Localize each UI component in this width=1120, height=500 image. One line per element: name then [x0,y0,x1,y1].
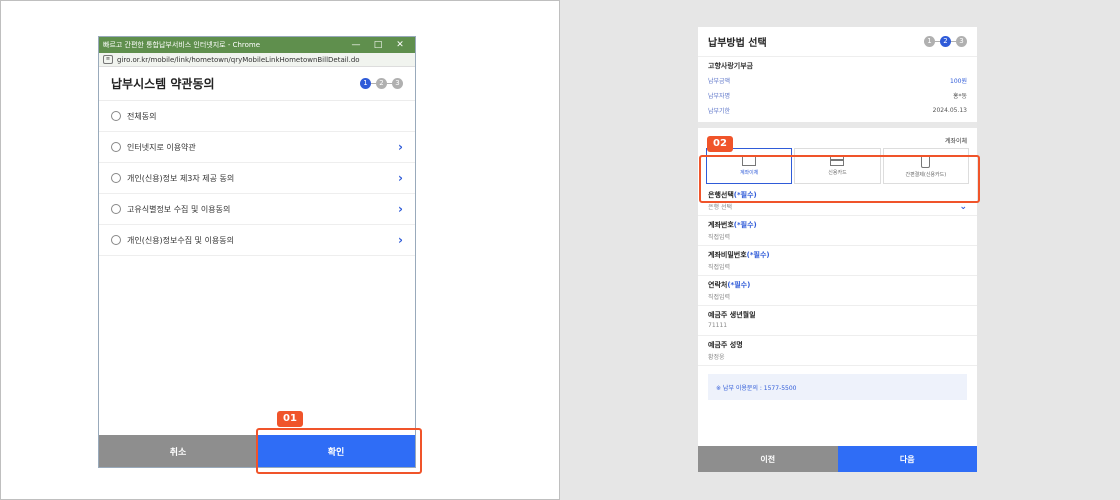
minimize-icon[interactable]: — [345,40,367,50]
step-indicator: 1 2 3 [924,36,967,47]
chevron-right-icon[interactable]: › [398,233,403,247]
bottom-buttons: 이전 다음 [698,446,977,472]
chevron-down-icon[interactable]: ⌄ [959,202,967,212]
mobile-screen: 납부방법 선택 1 2 3 고향사랑기부금 납부금액 100원 납부자명 홍*동… [698,27,977,472]
terms-label: 전체동의 [127,111,157,121]
terms-label: 인터넷지로 이용약관 [127,142,196,152]
page-title: 납부시스템 약관동의 [111,77,215,91]
url-text: giro.or.kr/mobile/link/hometown/qryMobil… [117,55,360,64]
detail-value: 100원 [950,78,967,85]
detail-label: 납부기한 [708,108,731,115]
site-info-icon[interactable]: ≡ [103,55,113,64]
field-title: 계좌번호(*필수) [708,221,757,229]
field-title: 예금주 생년월일 [708,311,756,319]
radio-icon[interactable] [111,235,121,245]
field-value: 황정웅 [708,354,725,361]
close-icon[interactable]: ✕ [389,40,411,50]
detail-value: 2024.05.13 [932,107,967,114]
step-indicator: 1 2 3 [360,78,403,89]
payment-item-name: 고향사랑기부금 [708,62,754,70]
terms-item-unique-id[interactable]: 고유식별정보 수집 및 이용동의 › [99,194,415,225]
chrome-window: 빠르고 간편한 통합납부서비스 인터넷지로 - Chrome — □ ✕ ≡ g… [98,36,416,468]
cancel-button[interactable]: 취소 [99,435,257,467]
terms-header: 납부시스템 약관동의 1 2 3 [99,67,415,101]
detail-row-amount: 납부금액 100원 [698,73,977,88]
step-1: 1 [924,36,935,47]
radio-icon[interactable] [111,173,121,183]
step-badge-02: 02 [707,136,733,152]
terms-list: 전체동의 인터넷지로 이용약관 › 개인(신용)정보 제3자 제공 동의 › 고… [99,101,415,256]
field-title: 계좌비밀번호(*필수) [708,251,770,259]
step-2: 2 [940,36,951,47]
chevron-right-icon[interactable]: › [398,202,403,216]
terms-item-giro[interactable]: 인터넷지로 이용약관 › [99,132,415,163]
terms-label: 개인(신용)정보수집 및 이용동의 [127,235,235,245]
birthdate-field[interactable]: 예금주 생년월일 71111 [698,306,977,336]
radio-icon[interactable] [111,204,121,214]
terms-item-personal-info[interactable]: 개인(신용)정보수집 및 이용동의 › [99,225,415,256]
window-titlebar: 빠르고 간편한 통합납부서비스 인터넷지로 - Chrome — □ ✕ [99,37,415,53]
chevron-right-icon[interactable]: › [398,171,403,185]
step-3: 3 [392,78,403,89]
highlight-box-02 [699,155,980,203]
field-value: 직접입력 [708,234,731,241]
detail-value: 홍*동 [952,93,967,100]
step-3: 3 [956,36,967,47]
selected-method-label: 계좌이체 [944,138,967,145]
detail-row-payer: 납부자명 홍*동 [698,88,977,103]
terms-label: 고유식별정보 수집 및 이용동의 [127,204,231,214]
radio-icon[interactable] [111,111,121,121]
field-value: 71111 [708,322,728,329]
field-title: 연락처(*필수) [708,281,751,289]
window-title: 빠르고 간편한 통합납부서비스 인터넷지로 - Chrome [103,41,261,49]
step-1: 1 [360,78,371,89]
detail-label: 납부자명 [708,93,731,100]
field-value: 직접입력 [708,294,731,301]
mobile-header: 납부방법 선택 1 2 3 [698,27,977,57]
terms-item-third-party[interactable]: 개인(신용)정보 제3자 제공 동의 › [99,163,415,194]
detail-label: 납부금액 [708,78,731,85]
inquiry-info: ※ 납부 이용문의 : 1577-5500 [708,374,967,400]
detail-row-due: 납부기한 2024.05.13 [698,103,977,118]
radio-icon[interactable] [111,142,121,152]
maximize-icon[interactable]: □ [367,40,389,50]
terms-item-all[interactable]: 전체동의 [99,101,415,132]
holder-name-field[interactable]: 예금주 성명 황정웅 [698,336,977,366]
terms-label: 개인(신용)정보 제3자 제공 동의 [127,173,235,183]
prev-button[interactable]: 이전 [698,446,838,472]
account-number-field[interactable]: 계좌번호(*필수) 직접입력 [698,216,977,246]
step-badge-01: 01 [277,411,303,427]
next-button[interactable]: 다음 [837,446,977,472]
account-password-field[interactable]: 계좌비밀번호(*필수) 직접입력 [698,246,977,276]
field-value: 직접입력 [708,264,731,271]
field-title: 예금주 성명 [708,341,743,349]
contact-field[interactable]: 연락처(*필수) 직접입력 [698,276,977,306]
page-title: 납부방법 선택 [708,38,767,49]
field-value: 은행 선택 ⌄ [708,202,967,212]
address-bar[interactable]: ≡ giro.or.kr/mobile/link/hometown/qryMob… [99,53,415,67]
step-2: 2 [376,78,387,89]
section-divider [698,122,977,128]
chevron-right-icon[interactable]: › [398,140,403,154]
highlight-box-01 [256,428,422,474]
